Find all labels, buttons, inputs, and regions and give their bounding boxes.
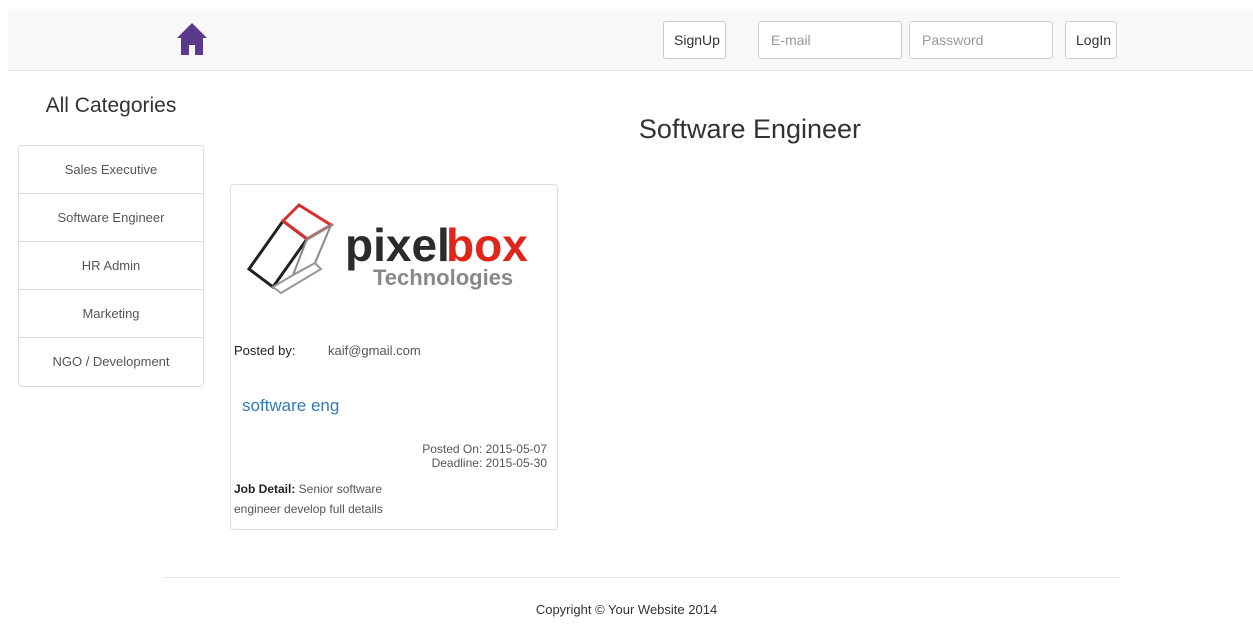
job-dates: Posted On: 2015-05-07 Deadline: 2015-05-… — [422, 442, 547, 470]
company-logo: pixel box Technologies — [246, 203, 528, 295]
categories-heading: All Categories — [45, 94, 177, 117]
deadline-date: Deadline: 2015-05-30 — [431, 456, 547, 470]
category-item-hr-admin[interactable]: HR Admin — [19, 242, 203, 290]
footer-divider — [163, 577, 1120, 578]
footer-copyright: Copyright © Your Website 2014 — [535, 602, 718, 617]
posted-by-label: Posted by: — [234, 343, 296, 358]
top-navbar: SignUp LogIn — [8, 9, 1253, 71]
login-button[interactable]: LogIn — [1065, 21, 1117, 59]
job-title-link[interactable]: software eng — [242, 396, 339, 416]
job-detail: Job Detail: Senior software engineer dev… — [234, 479, 404, 519]
password-input[interactable] — [909, 21, 1053, 59]
logo-word-box: box — [446, 219, 528, 271]
job-card: pixel box Technologies Posted by: kaif@g… — [230, 184, 558, 530]
logo-word-pixel: pixel — [345, 219, 450, 271]
posted-on-date: Posted On: 2015-05-07 — [422, 442, 547, 456]
page-title: Software Engineer — [638, 114, 862, 144]
category-list: Sales Executive Software Engineer HR Adm… — [18, 145, 204, 387]
category-item-software-engineer[interactable]: Software Engineer — [19, 194, 203, 242]
email-input[interactable] — [758, 21, 902, 59]
category-item-ngo-development[interactable]: NGO / Development — [19, 338, 203, 386]
logo-subtitle: Technologies — [373, 265, 513, 290]
category-item-marketing[interactable]: Marketing — [19, 290, 203, 338]
category-item-sales-executive[interactable]: Sales Executive — [19, 146, 203, 194]
job-detail-label: Job Detail: — [234, 482, 296, 496]
signup-button[interactable]: SignUp — [663, 21, 726, 59]
posted-by-email: kaif@gmail.com — [328, 343, 421, 358]
home-icon[interactable] — [176, 22, 208, 56]
